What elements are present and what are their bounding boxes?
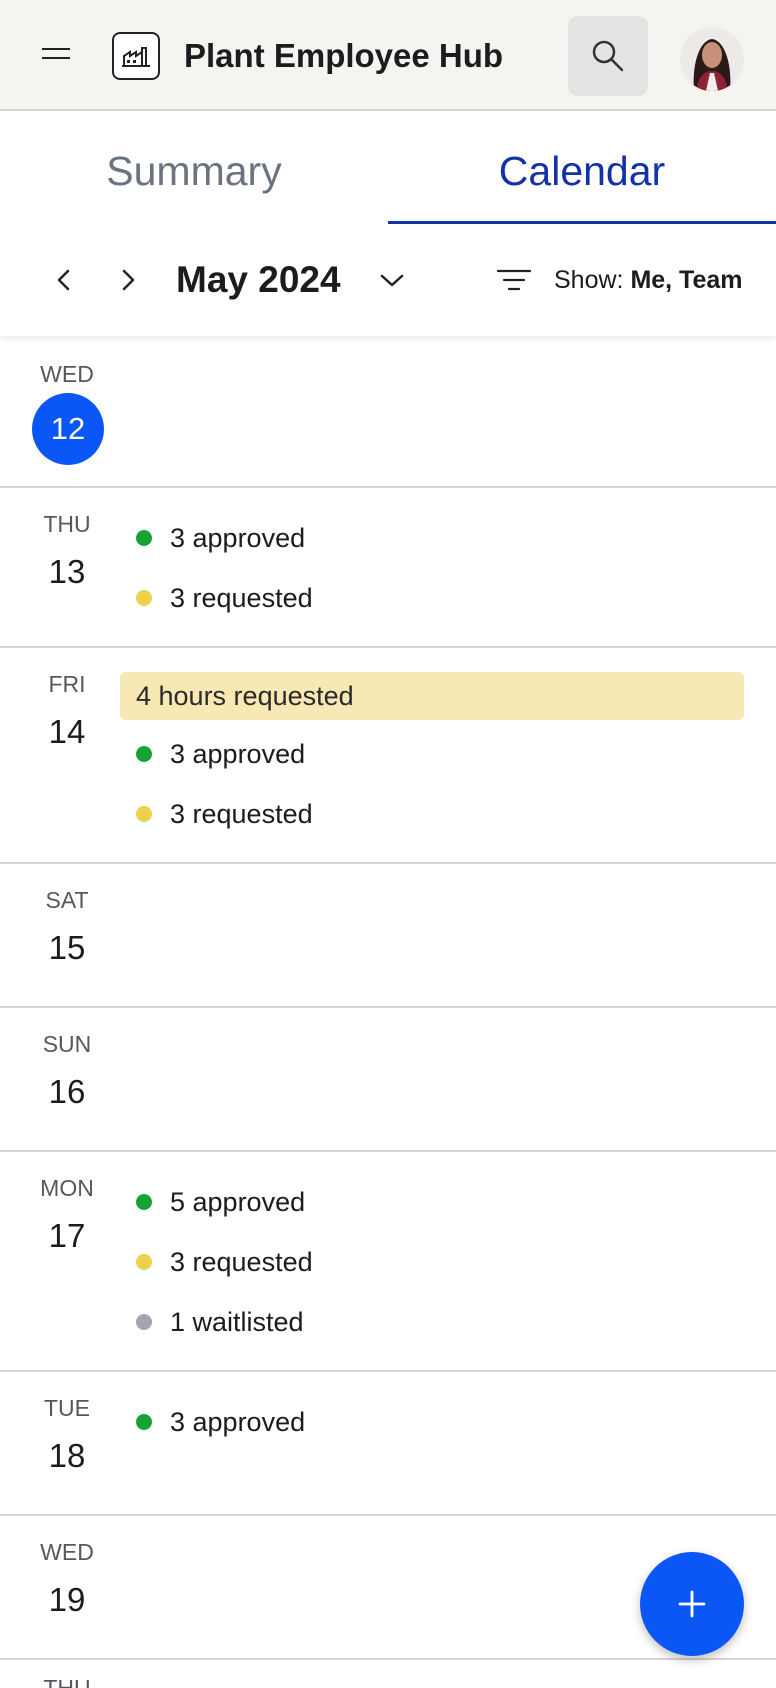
day-row[interactable]: WED 12 [0,336,776,488]
show-filter-value: Me, Team [630,266,743,294]
event-label: 3 approved [170,523,306,553]
day-row[interactable]: FRI 14 4 hours requested 3 approved 3 re… [0,648,776,864]
add-request-button[interactable] [640,1552,744,1656]
date-number: 14 [48,713,86,750]
day-of-week: THU [43,511,91,537]
date-number: 17 [48,1217,86,1254]
event-label: 5 approved [170,1187,306,1217]
day-of-week: SUN [42,1031,92,1057]
approved-status-dot [136,745,152,762]
date-number: 15 [48,929,86,966]
event-status-waitlisted[interactable]: 1 waitlisted [136,1306,304,1338]
day-row[interactable]: SUN 16 [0,1008,776,1152]
requested-status-dot [136,805,152,822]
event-label: 1 waitlisted [170,1307,304,1337]
approved-status-dot [136,529,152,546]
day-of-week: TUE [44,1395,90,1421]
user-avatar[interactable] [680,27,744,91]
chevron-down-icon [380,274,404,287]
event-label: 3 requested [170,799,313,829]
approved-status-dot [136,1413,152,1430]
event-label: 3 approved [170,1407,306,1437]
month-dropdown-button[interactable] [372,260,412,300]
event-status-approved[interactable]: 3 approved [136,522,305,554]
chevron-left-icon [57,269,70,291]
day-of-week: FRI [48,671,86,697]
day-row[interactable]: SAT 15 [0,864,776,1008]
search-icon [592,40,624,72]
day-row[interactable]: THU [0,1660,776,1688]
event-status-approved[interactable]: 3 approved [136,1406,305,1438]
hours-requested-banner[interactable]: 4 hours requested [120,672,744,720]
event-status-approved[interactable]: 5 approved [136,1186,305,1218]
tab-bar: Summary Calendar [0,111,776,224]
month-label[interactable]: May 2024 [176,258,341,302]
hamburger-menu-icon[interactable] [36,40,76,70]
day-row[interactable]: THU 13 3 approved 3 requested [0,488,776,648]
plus-icon [678,1590,706,1618]
day-of-week: WED [40,361,94,387]
requested-status-dot [136,1253,152,1270]
app-header: Plant Employee Hub [0,0,776,111]
next-month-button[interactable] [108,260,148,300]
requested-status-dot [136,589,152,606]
previous-month-button[interactable] [44,260,84,300]
date-number: 13 [48,553,86,590]
date-number-today: 12 [32,393,104,465]
factory-icon [112,32,160,80]
event-status-approved[interactable]: 3 approved [136,738,305,770]
filter-icon[interactable] [494,260,534,300]
app-title: Plant Employee Hub [184,37,504,74]
day-of-week: MON [40,1175,94,1201]
event-status-requested[interactable]: 3 requested [136,798,313,830]
day-of-week: THU [43,1675,91,1688]
tab-summary[interactable]: Summary [0,111,388,224]
event-status-requested[interactable]: 3 requested [136,1246,313,1278]
tab-calendar[interactable]: Calendar [388,111,776,224]
day-of-week: SAT [45,887,89,913]
approved-status-dot [136,1193,152,1210]
date-number: 19 [48,1581,86,1618]
calendar-toolbar: May 2024 Show: Me, Team [0,224,776,336]
chevron-right-icon [122,269,135,291]
event-status-requested[interactable]: 3 requested [136,582,313,614]
date-number: 18 [48,1437,86,1474]
event-label: 3 approved [170,739,306,769]
search-button[interactable] [568,16,648,96]
waitlisted-status-dot [136,1313,152,1330]
date-number: 16 [48,1073,86,1110]
day-of-week: WED [40,1539,94,1565]
event-label: 3 requested [170,583,313,613]
day-row[interactable]: MON 17 5 approved 3 requested 1 waitlist… [0,1152,776,1372]
show-filter-label: Show: [554,266,624,294]
event-label: 3 requested [170,1247,313,1277]
day-row[interactable]: TUE 18 3 approved [0,1372,776,1516]
show-filter[interactable]: Show: Me, Team [554,264,743,296]
